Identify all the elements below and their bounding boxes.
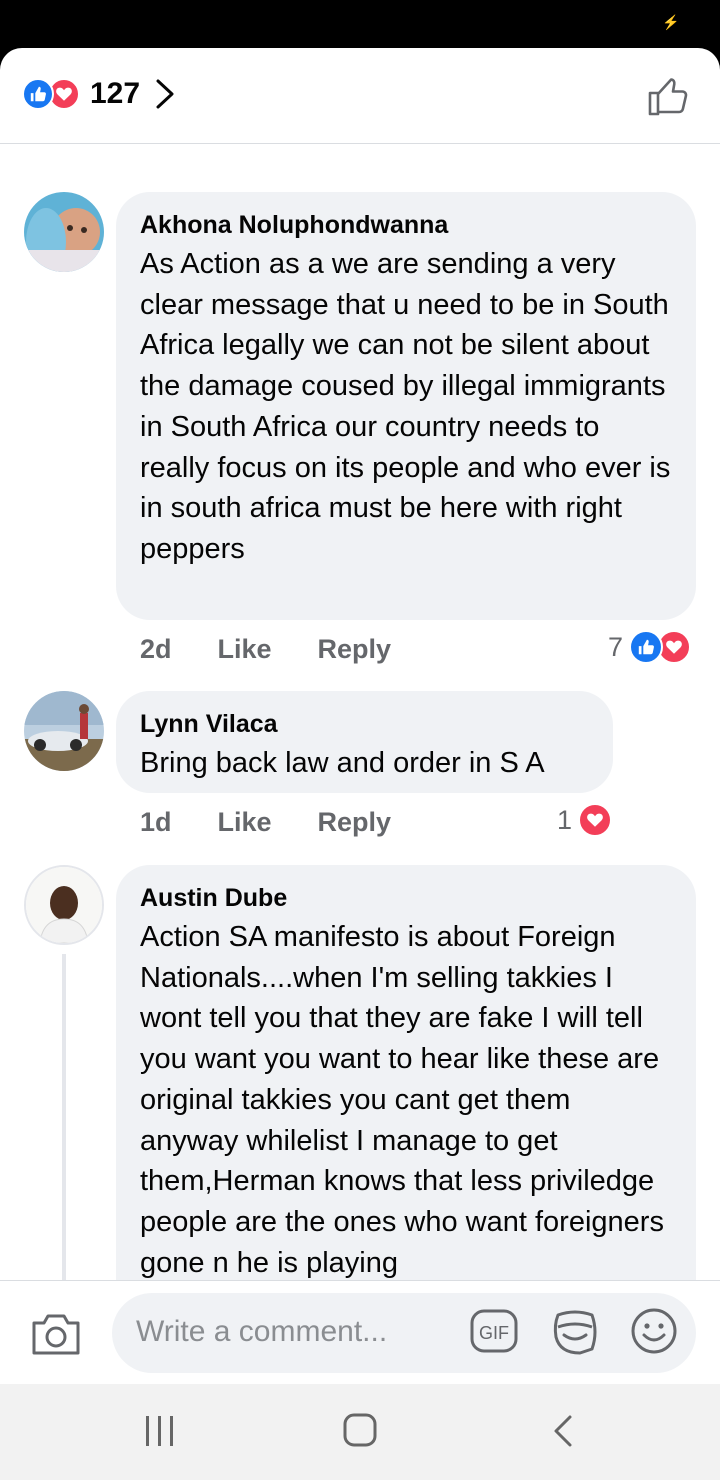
comment-composer: Write a comment... GIF <box>0 1280 720 1384</box>
reactions-header: 127 <box>0 48 720 144</box>
back-icon[interactable] <box>552 1414 574 1448</box>
thumbs-up-outline-icon[interactable] <box>646 74 690 118</box>
comment-bubble[interactable]: Lynn Vilaca Bring back law and order in … <box>116 691 613 793</box>
reaction-count: 127 <box>90 77 141 110</box>
reply-button[interactable]: Reply <box>318 633 392 665</box>
comments-sheet: 127 Akhona Noluphondwanna As Action as a… <box>0 48 720 1384</box>
reply-button[interactable]: Reply <box>318 806 392 838</box>
comment-bubble[interactable]: Akhona Noluphondwanna As Action as a we … <box>116 192 696 620</box>
comment-input[interactable]: Write a comment... GIF <box>112 1293 696 1373</box>
avatar[interactable] <box>24 192 104 272</box>
avatar[interactable] <box>24 691 104 771</box>
love-icon <box>578 803 613 837</box>
like-button[interactable]: Like <box>218 806 272 838</box>
comment-author[interactable]: Austin Dube <box>140 883 672 913</box>
recent-apps-icon[interactable] <box>144 1414 176 1448</box>
comment-author[interactable]: Akhona Noluphondwanna <box>140 210 672 240</box>
sticker-icon[interactable] <box>550 1307 600 1357</box>
comment-text: Action SA manifesto is about Foreign Nat… <box>140 921 664 1279</box>
status-bar: ⚡ <box>0 0 720 48</box>
comment-bubble[interactable]: Austin Dube Action SA manifesto is about… <box>116 865 696 1325</box>
system-navigation-bar <box>0 1384 720 1480</box>
comment-reactions[interactable]: 7 <box>608 630 692 664</box>
reply-thread-line <box>62 954 66 1284</box>
emoji-icon[interactable] <box>630 1307 678 1355</box>
svg-text:GIF: GIF <box>479 1323 509 1343</box>
avatar[interactable] <box>24 865 104 945</box>
comment-list: Akhona Noluphondwanna As Action as a we … <box>0 144 720 1325</box>
comment-input-placeholder: Write a comment... <box>136 1315 388 1348</box>
comment-reaction-count: 1 <box>557 804 573 835</box>
like-icon <box>629 630 664 664</box>
charging-icon: ⚡ <box>662 14 680 30</box>
comment-text: As Action as a we are sending a very cle… <box>140 248 671 565</box>
comment-time[interactable]: 1d <box>140 806 172 838</box>
reaction-summary[interactable]: 127 <box>22 78 176 110</box>
camera-icon[interactable] <box>30 1311 82 1357</box>
like-icon <box>22 78 54 110</box>
chevron-right-icon <box>156 79 174 109</box>
gif-icon[interactable]: GIF <box>470 1309 518 1353</box>
comment-reactions[interactable]: 1 <box>557 803 613 837</box>
comment-actions: 2d Like Reply <box>140 633 437 665</box>
home-icon[interactable] <box>342 1412 378 1448</box>
comment-reaction-count: 7 <box>608 631 624 662</box>
comment-actions: 1d Like Reply <box>140 806 437 838</box>
like-button[interactable]: Like <box>218 633 272 665</box>
comment-text: Bring back law and order in S A <box>140 747 545 779</box>
comment-author[interactable]: Lynn Vilaca <box>140 709 589 739</box>
comment-time[interactable]: 2d <box>140 633 172 665</box>
